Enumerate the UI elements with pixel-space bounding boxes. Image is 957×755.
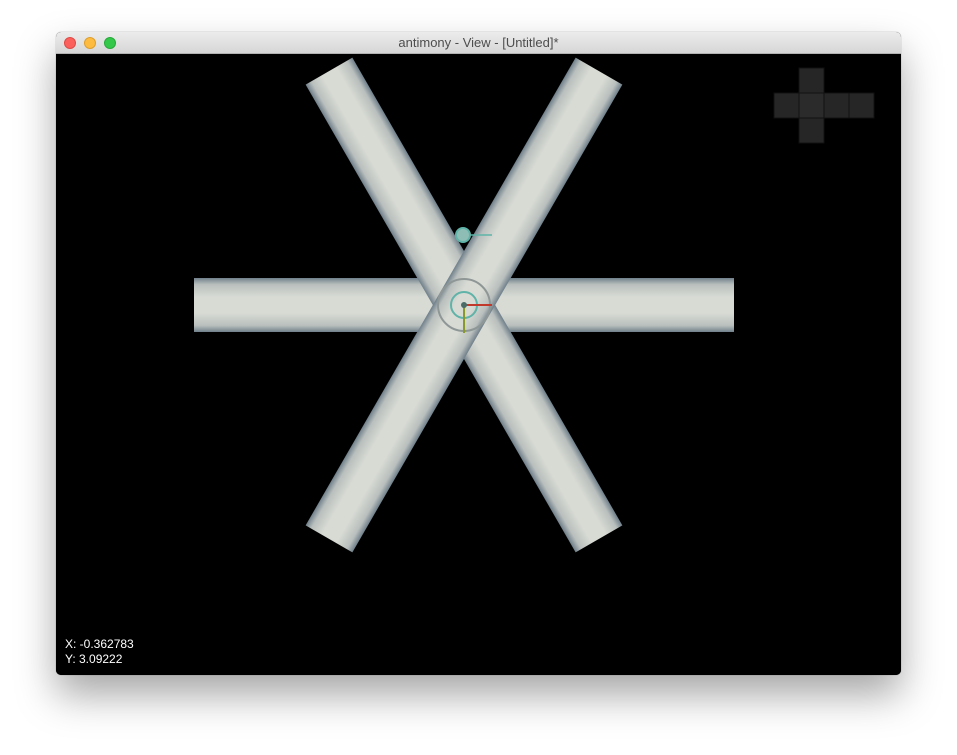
y-coordinate: Y: 3.09222 [65,652,123,666]
app-window: antimony - View - [Untitled]* X: -0.3627… [56,32,901,675]
window-title: antimony - View - [Untitled]* [398,35,559,50]
cursor-coordinates: X: -0.362783 Y: 3.09222 [65,637,134,667]
title-bar[interactable]: antimony - View - [Untitled]* [56,32,901,54]
x-coordinate: X: -0.362783 [65,637,134,651]
viewport-canvas[interactable] [56,54,901,675]
3d-viewport[interactable]: X: -0.362783 Y: 3.09222 [56,54,901,675]
view-orientation-cross-icon[interactable] [773,67,875,144]
